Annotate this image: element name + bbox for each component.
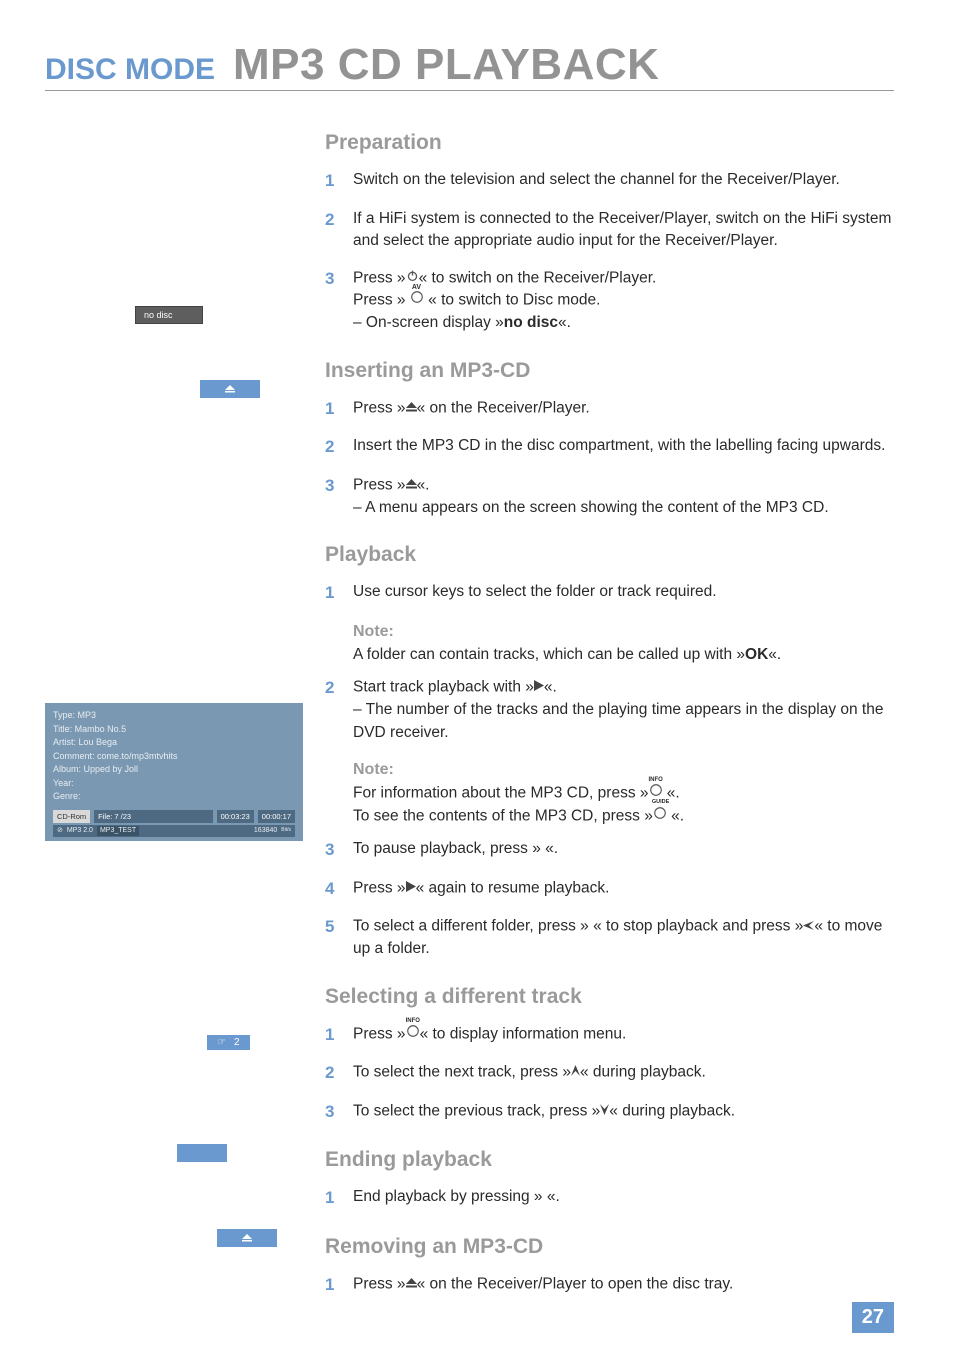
info-artist: Artist: Lou Bega xyxy=(53,736,295,750)
status-t1: 00:03:23 xyxy=(217,810,254,823)
page-number: 27 xyxy=(852,1302,894,1333)
av-button-icon: AV xyxy=(410,289,424,311)
ending-step-1: 1End playback by pressing » «. xyxy=(325,1186,894,1211)
section-removing: Removing an MP3-CD xyxy=(325,1235,894,1259)
playback-note-1: Note: A folder can contain tracks, which… xyxy=(353,620,894,667)
select-step-3: 3 To select the previous track, press »«… xyxy=(325,1100,894,1125)
eject-icon xyxy=(406,1273,417,1295)
playback-step-2: 2 Start track playback with »«. – The nu… xyxy=(325,676,894,744)
substatus-rate: 163840 xyxy=(254,826,277,837)
section-playback: Playback xyxy=(325,543,894,567)
select-step-1: 1 Press »INFO« to display information me… xyxy=(325,1023,894,1048)
playback-step-5: 5 To select a different folder, press » … xyxy=(325,915,894,960)
down-arrow-icon xyxy=(600,1100,609,1122)
guide-button-icon: GUIDE xyxy=(653,805,667,827)
prep-step-3: 3 Press »« to switch on the Receiver/Pla… xyxy=(325,267,894,335)
info-year: Year: xyxy=(53,777,295,791)
insert-step-3: 3 Press »«. – A menu appears on the scre… xyxy=(325,474,894,519)
substatus-icon: ⊘ xyxy=(57,826,63,837)
info-status-row: CD-Rom File: 7 /23 00:03:23 00:00:17 xyxy=(53,810,295,823)
info-button-icon: INFO xyxy=(406,1023,420,1045)
playback-step-3: 3To pause playback, press » «. xyxy=(325,838,894,863)
info-type: Type: MP3 xyxy=(53,709,295,723)
playback-step-4: 4 Press »« again to resume playback. xyxy=(325,877,894,902)
removing-step-1: 1 Press »« on the Receiver/Player to ope… xyxy=(325,1273,894,1298)
substatus-test: MP3_TEST xyxy=(97,826,139,837)
left-arrow-icon xyxy=(803,915,814,937)
playback-step-1: 1Use cursor keys to select the folder or… xyxy=(325,581,894,606)
info-genre: Genre: xyxy=(53,790,295,804)
eject-icon xyxy=(406,397,417,419)
section-ending: Ending playback xyxy=(325,1148,894,1172)
insert-step-1: 1 Press »« on the Receiver/Player. xyxy=(325,397,894,422)
info-substatus-row: ⊘ MP3 2.0 MP3_TEST 163840 Bit/s xyxy=(53,825,295,838)
mp3-info-panel: Type: MP3 Title: Mambo No.5 Artist: Lou … xyxy=(45,703,303,841)
track-icon: ☞ xyxy=(217,1037,226,1048)
info-comment: Comment: come.to/mp3mtvhits xyxy=(53,750,295,764)
status-src: CD-Rom xyxy=(53,810,90,823)
substatus-mp3: MP3 2.0 xyxy=(67,826,93,837)
section-selecting: Selecting a different track xyxy=(325,985,894,1009)
eject-button-graphic-2 xyxy=(217,1229,277,1247)
insert-step-2: 2Insert the MP3 CD in the disc compartme… xyxy=(325,435,894,460)
eject-icon xyxy=(406,474,417,496)
section-preparation: Preparation xyxy=(325,131,894,155)
status-t2: 00:00:17 xyxy=(258,810,295,823)
category-label: DISC MODE xyxy=(45,53,215,87)
main-content: Preparation 1Switch on the television an… xyxy=(325,131,894,1312)
info-title: Title: Mambo No.5 xyxy=(53,723,295,737)
play-icon xyxy=(406,877,416,899)
eject-button-graphic xyxy=(200,380,260,398)
page-header: DISC MODE MP3 CD PLAYBACK xyxy=(45,40,894,91)
prep-step-2: 2If a HiFi system is connected to the Re… xyxy=(325,208,894,253)
playback-note-2: Note: For information about the MP3 CD, … xyxy=(353,758,894,828)
up-arrow-icon xyxy=(571,1061,580,1083)
play-icon xyxy=(534,676,544,698)
prep-step-1: 1Switch on the television and select the… xyxy=(325,169,894,194)
status-file: File: 7 /23 xyxy=(94,810,212,823)
osd-no-disc: no disc xyxy=(135,306,203,324)
page-title: MP3 CD PLAYBACK xyxy=(233,40,659,90)
select-step-2: 2 To select the next track, press »« dur… xyxy=(325,1061,894,1086)
track-selector-graphic: ☞ 2 xyxy=(207,1035,250,1050)
section-inserting: Inserting an MP3-CD xyxy=(325,359,894,383)
track-number: 2 xyxy=(234,1037,240,1048)
info-album: Album: Upped by Joll xyxy=(53,763,295,777)
sidebar: no disc Type: MP3 Title: Mambo No.5 Arti… xyxy=(45,131,295,1312)
substatus-unit: Bit/s xyxy=(281,827,291,835)
stop-button-graphic xyxy=(177,1144,227,1162)
